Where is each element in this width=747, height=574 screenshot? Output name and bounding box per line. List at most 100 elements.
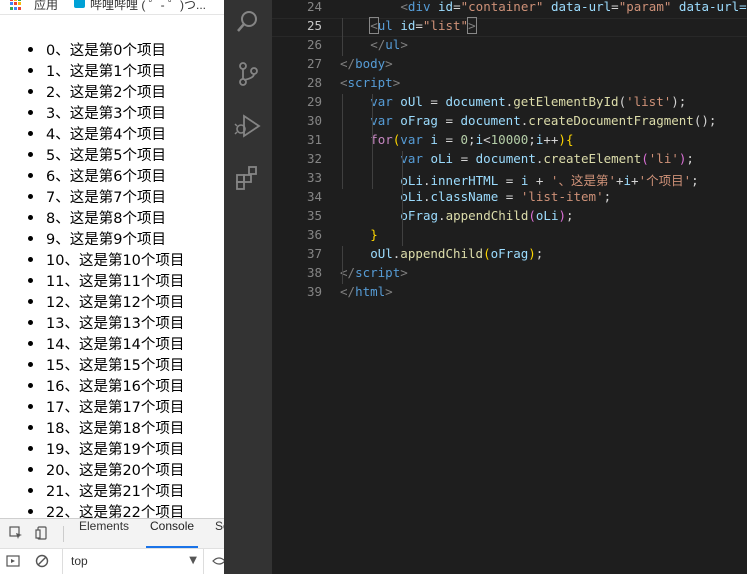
debug-icon[interactable] bbox=[234, 112, 262, 140]
code-token: document bbox=[475, 151, 536, 166]
search-icon[interactable] bbox=[234, 8, 262, 36]
line-number: 33 bbox=[306, 170, 322, 185]
code-token: ; bbox=[686, 151, 694, 166]
code-token: '、这是第' bbox=[550, 173, 616, 188]
list-item: 13、这是第13个项目 bbox=[26, 312, 184, 333]
code-token: . bbox=[422, 173, 431, 188]
code-token: oLi bbox=[535, 208, 559, 223]
bookmark-bilibili[interactable]: 哔哩哔哩 ( ゜- ゜)つ... bbox=[90, 0, 206, 13]
list-item-text: 4、这是第4个项目 bbox=[46, 127, 166, 143]
list-item: 14、这是第14个项目 bbox=[26, 333, 184, 354]
list-bullet bbox=[28, 383, 33, 388]
code-token: i bbox=[430, 132, 438, 147]
code-token: </ bbox=[370, 37, 386, 52]
source-control-icon[interactable] bbox=[234, 60, 262, 88]
code-token: . bbox=[438, 208, 446, 223]
list-item-text: 12、这是第12个项目 bbox=[46, 295, 185, 311]
code-token: script bbox=[347, 75, 393, 90]
code-line[interactable]: var oLi = document.createElement('li'); bbox=[400, 151, 694, 170]
tab-elements[interactable]: Elements bbox=[75, 519, 133, 548]
line-number: 27 bbox=[306, 56, 322, 71]
code-line[interactable]: </html> bbox=[340, 284, 393, 303]
code-token: innerHTML bbox=[430, 173, 499, 188]
code-line[interactable]: } bbox=[370, 227, 378, 246]
list-item-text: 10、这是第10个项目 bbox=[46, 253, 185, 269]
code-line[interactable]: oLi.innerHTML = i + '、这是第'+i+'个项目'; bbox=[400, 170, 698, 189]
apps-icon[interactable] bbox=[10, 0, 22, 10]
line-number: 25 bbox=[306, 18, 322, 33]
code-token: ) bbox=[528, 246, 536, 261]
line-number: 37 bbox=[306, 246, 322, 261]
code-line[interactable]: var oUl = document.getElementById('list'… bbox=[370, 94, 686, 113]
code-line[interactable]: <script> bbox=[340, 75, 400, 94]
list-item: 10、这是第10个项目 bbox=[26, 249, 184, 270]
code-editor[interactable]: 24 25 26 27 28 29 30 31 32 33 34 35 36 37 38 39 <div id… bbox=[272, 0, 747, 574]
list-bullet bbox=[28, 488, 33, 493]
list-item-text: 9、这是第9个项目 bbox=[46, 232, 166, 248]
code-line[interactable]: for(var i = 0;i<10000;i++){ bbox=[370, 132, 573, 151]
code-token: < bbox=[400, 0, 408, 14]
code-token: ; bbox=[468, 132, 476, 147]
indent-guide bbox=[342, 94, 343, 189]
device-toolbar-icon[interactable] bbox=[34, 526, 50, 542]
code-token: = bbox=[422, 94, 446, 109]
list-item: 0、这是第0个项目 bbox=[26, 39, 184, 60]
tab-console[interactable]: Console bbox=[146, 519, 199, 548]
code-token: getElementById bbox=[513, 94, 619, 109]
code-line[interactable]: </script> bbox=[340, 265, 408, 284]
code-token: "list" bbox=[422, 18, 469, 33]
list-item-text: 15、这是第15个项目 bbox=[46, 358, 185, 374]
list-bullet bbox=[28, 215, 33, 220]
list-bullet bbox=[28, 446, 33, 451]
line-number: 26 bbox=[306, 37, 322, 52]
list-bullet bbox=[28, 467, 33, 472]
list-bullet bbox=[28, 89, 33, 94]
console-toolbar: top ▼ bbox=[0, 548, 224, 574]
list-item-text: 14、这是第14个项目 bbox=[46, 337, 185, 353]
bookmark-apps[interactable]: 应用 bbox=[34, 0, 58, 13]
list-item: 18、这是第18个项目 bbox=[26, 417, 184, 438]
browser-window: 应用 哔哩哔哩 ( ゜- ゜)つ... 0、这是第0个项目 1、这是第1个项目 2、… bbox=[0, 0, 224, 574]
code-token: </ bbox=[340, 56, 356, 71]
clear-console-icon[interactable] bbox=[35, 554, 49, 568]
code-token: = bbox=[453, 0, 461, 14]
line-number: 28 bbox=[306, 75, 322, 90]
code-token: var bbox=[370, 113, 393, 128]
list-item-text: 13、这是第13个项目 bbox=[46, 316, 185, 332]
code-line[interactable]: <ul id="list"> bbox=[369, 17, 477, 37]
code-token: } bbox=[370, 227, 378, 242]
list-item: 17、这是第17个项目 bbox=[26, 396, 184, 417]
list-bullet bbox=[28, 152, 33, 157]
code-token: script bbox=[355, 265, 401, 280]
eye-icon[interactable] bbox=[212, 554, 224, 568]
code-line[interactable]: oLi.className = 'list-item'; bbox=[400, 189, 611, 208]
code-token: > bbox=[392, 75, 401, 90]
list-item-text: 20、这是第20个项目 bbox=[46, 463, 185, 479]
item-list: 0、这是第0个项目 1、这是第1个项目 2、这是第2个项目 3、这是第3个项目 4、这是… bbox=[26, 39, 184, 518]
code-token: appendChild bbox=[400, 246, 484, 261]
code-line[interactable]: oUl.appendChild(oFrag); bbox=[370, 246, 543, 265]
list-item-text: 5、这是第5个项目 bbox=[46, 148, 166, 164]
context-selector[interactable]: top ▼ bbox=[62, 549, 204, 574]
bilibili-icon bbox=[74, 0, 85, 8]
code-token: oUl bbox=[400, 94, 423, 109]
page-viewport[interactable]: 0、这是第0个项目 1、这是第1个项目 2、这是第2个项目 3、这是第3个项目 4、这是… bbox=[0, 14, 224, 518]
code-line[interactable]: var oFrag = document.createDocumentFragm… bbox=[370, 113, 716, 132]
code-line[interactable]: </ul> bbox=[370, 37, 408, 56]
code-token: ( bbox=[483, 246, 491, 261]
list-bullet bbox=[28, 278, 33, 283]
code-line[interactable]: <div id="container" data-url="param" dat… bbox=[400, 0, 746, 18]
code-token: ul bbox=[385, 37, 401, 52]
list-bullet bbox=[28, 425, 33, 430]
inspect-icon[interactable] bbox=[8, 526, 24, 542]
dropdown-arrow-icon: ▼ bbox=[189, 555, 197, 566]
tab-sources[interactable]: Sources bbox=[211, 519, 224, 548]
sidebar-toggle-icon[interactable] bbox=[6, 554, 20, 568]
code-line[interactable]: oFrag.appendChild(oLi); bbox=[400, 208, 573, 227]
extensions-icon[interactable] bbox=[234, 164, 262, 192]
toolbar-divider bbox=[63, 526, 64, 542]
code-token: id bbox=[438, 0, 454, 14]
code-line[interactable]: </body> bbox=[340, 56, 393, 75]
